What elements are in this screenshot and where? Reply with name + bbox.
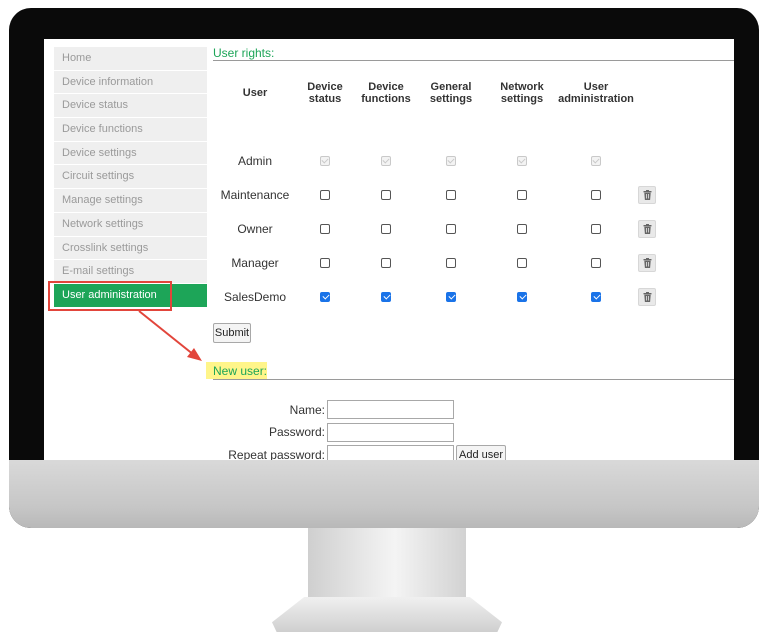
rights-checkbox[interactable]	[517, 292, 527, 302]
name-label: Name:	[289, 403, 325, 417]
rights-checkbox	[446, 156, 456, 166]
sidebar-item-device-functions[interactable]: Device functions	[54, 118, 207, 142]
rights-checkbox	[381, 156, 391, 166]
add-user-button[interactable]: Add user	[456, 445, 506, 460]
rights-checkbox[interactable]	[517, 190, 527, 200]
user-rights-divider	[213, 60, 734, 61]
column-header-device-functions: Device functions	[361, 81, 411, 105]
column-header-general-settings: General settings	[429, 81, 473, 105]
user-row-name: Admin	[237, 154, 272, 168]
monitor-stand-neck	[308, 528, 466, 598]
delete-user-button[interactable]	[638, 254, 656, 272]
column-header-user: User	[242, 87, 268, 99]
rights-checkbox[interactable]	[320, 292, 330, 302]
rights-checkbox[interactable]	[591, 224, 601, 234]
rights-checkbox	[591, 156, 601, 166]
rights-checkbox[interactable]	[446, 224, 456, 234]
rights-checkbox[interactable]	[446, 292, 456, 302]
repeat-password-label: Repeat password:	[228, 448, 325, 460]
screen: Home Device information Device status De…	[44, 39, 734, 460]
rights-checkbox[interactable]	[591, 190, 601, 200]
repeat-password-input[interactable]	[327, 445, 454, 460]
rights-checkbox[interactable]	[446, 258, 456, 268]
sidebar-item-device-status[interactable]: Device status	[54, 94, 207, 119]
column-header-device-status: Device status	[307, 81, 343, 105]
trash-icon	[643, 190, 651, 200]
user-row-name: Owner	[237, 222, 273, 236]
rights-checkbox[interactable]	[381, 224, 391, 234]
user-rights-title: User rights:	[213, 46, 275, 60]
sidebar-item-circuit-settings[interactable]: Circuit settings	[54, 165, 207, 190]
password-label: Password:	[268, 425, 325, 439]
sidebar-item-device-information[interactable]: Device information	[54, 70, 207, 95]
password-input[interactable]	[327, 423, 454, 442]
column-header-network-settings: Network settings	[500, 81, 544, 105]
column-header-user-administration: User administration	[558, 81, 634, 105]
new-user-divider	[213, 379, 734, 380]
delete-user-button[interactable]	[638, 186, 656, 204]
rights-checkbox[interactable]	[381, 190, 391, 200]
sidebar-item-crosslink-settings[interactable]: Crosslink settings	[54, 236, 207, 261]
rights-checkbox[interactable]	[446, 190, 456, 200]
rights-checkbox[interactable]	[320, 224, 330, 234]
rights-checkbox[interactable]	[517, 258, 527, 268]
delete-user-button[interactable]	[638, 220, 656, 238]
rights-checkbox[interactable]	[591, 258, 601, 268]
delete-user-button[interactable]	[638, 288, 656, 306]
monitor-frame: Home Device information Device status De…	[9, 8, 759, 528]
rights-checkbox[interactable]	[320, 190, 330, 200]
monitor-chin	[9, 460, 759, 528]
sidebar-item-network-settings[interactable]: Network settings	[54, 212, 207, 237]
sidebar-item-home[interactable]: Home	[54, 47, 207, 71]
sidebar-item-manage-settings[interactable]: Manage settings	[54, 189, 207, 213]
new-user-title: New user:	[213, 364, 268, 378]
name-input[interactable]	[327, 400, 454, 419]
user-row-name: Manager	[231, 256, 279, 270]
trash-icon	[643, 292, 651, 302]
monitor-stand-foot	[272, 597, 502, 632]
rights-checkbox[interactable]	[320, 258, 330, 268]
trash-icon	[643, 224, 651, 234]
rights-checkbox[interactable]	[517, 224, 527, 234]
rights-checkbox[interactable]	[381, 292, 391, 302]
rights-checkbox	[320, 156, 330, 166]
trash-icon	[643, 258, 651, 268]
sidebar-item-device-settings[interactable]: Device settings	[54, 141, 207, 166]
user-row-name: Maintenance	[220, 188, 290, 202]
rights-checkbox[interactable]	[381, 258, 391, 268]
callout-highlight-box	[48, 281, 172, 311]
rights-checkbox[interactable]	[591, 292, 601, 302]
user-row-name: SalesDemo	[223, 290, 287, 304]
rights-checkbox	[517, 156, 527, 166]
submit-button[interactable]: Submit	[213, 323, 251, 343]
sidebar: Home Device information Device status De…	[54, 47, 207, 308]
